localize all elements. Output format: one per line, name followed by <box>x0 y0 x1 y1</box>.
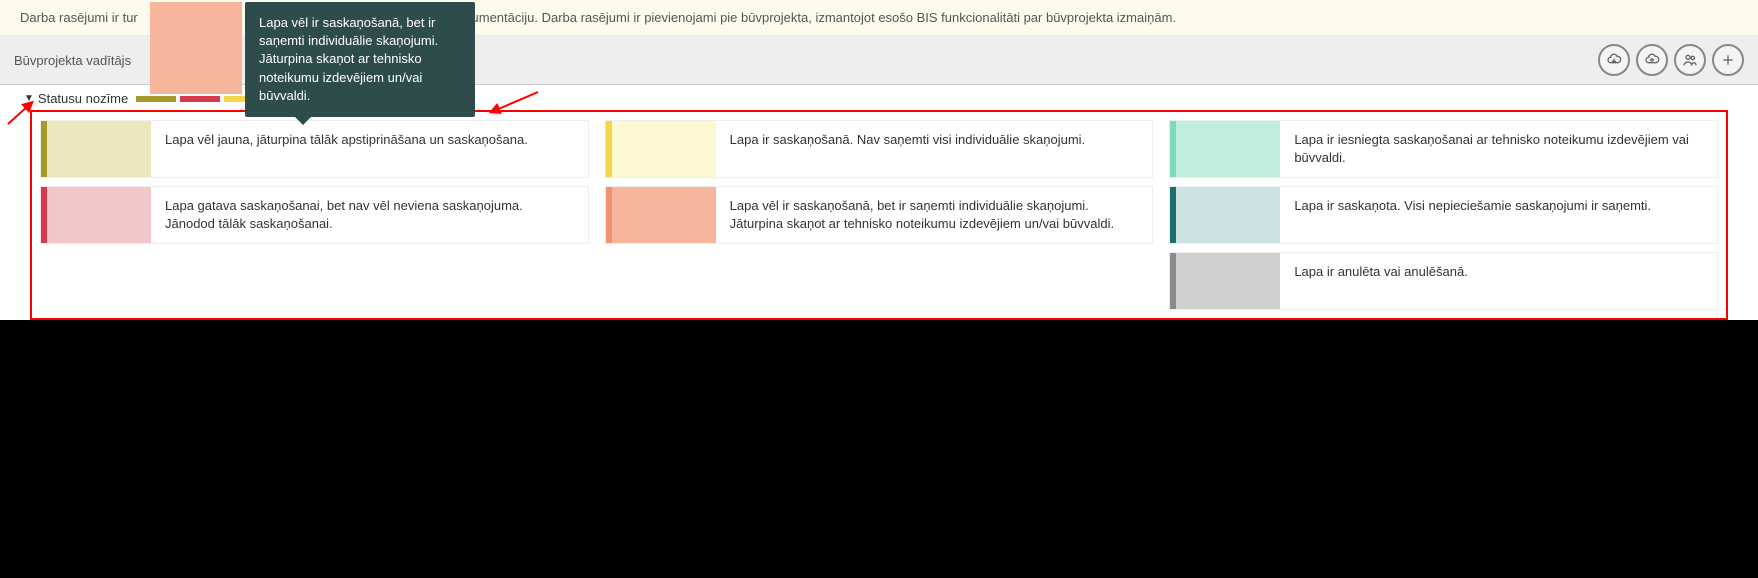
plus-icon <box>1720 52 1736 68</box>
swatch-pink <box>41 187 151 243</box>
legend-desc: Lapa ir anulēta vai anulēšanā. <box>1280 253 1717 309</box>
swatch-mint <box>1170 121 1280 177</box>
legend-toggle[interactable]: ▼ Statusu nozīme <box>24 91 128 106</box>
swatch-salmon <box>606 187 716 243</box>
legend-desc: Lapa ir saskaņošanā. Nav saņemti visi in… <box>716 121 1153 177</box>
legend-card-partial: Lapa vēl ir saskaņošanā, bet ir saņemti … <box>605 186 1154 244</box>
upload-button[interactable] <box>1636 44 1668 76</box>
toolbar-left-label: Būvprojekta vadītājs <box>14 53 131 68</box>
legend-card-new: Lapa vēl jauna, jāturpina tālāk apstipri… <box>40 120 589 178</box>
annotation-arrow-right <box>490 88 540 121</box>
users-icon <box>1682 52 1698 68</box>
color-chip[interactable] <box>180 96 220 102</box>
swatch-yellow <box>606 121 716 177</box>
legend-card-cancelled: Lapa ir anulēta vai anulēšanā. <box>1169 252 1718 310</box>
legend-desc: Lapa ir iesniegta saskaņošanai ar tehnis… <box>1280 121 1717 177</box>
legend-card-ready: Lapa gatava saskaņošanai, bet nav vēl ne… <box>40 186 589 244</box>
swatch-teal <box>1170 187 1280 243</box>
cloud-download-icon <box>1606 52 1622 68</box>
swatch-olive <box>41 121 151 177</box>
legend-desc: Lapa vēl jauna, jāturpina tālāk apstipri… <box>151 121 588 177</box>
swatch-gray <box>1170 253 1280 309</box>
notice-text-right: kumentāciju. Darba rasējumi ir pievienoj… <box>465 10 1176 25</box>
notice-text-left: Darba rasējumi ir tur <box>20 10 138 25</box>
legend-panel: Lapa vēl jauna, jāturpina tālāk apstipri… <box>30 110 1728 320</box>
toolbar-actions <box>1598 44 1744 76</box>
page-root: Lapa vēl ir saskaņošanā, bet ir saņemti … <box>0 0 1758 320</box>
legend-column-3: Lapa ir iesniegta saskaņošanai ar tehnis… <box>1169 120 1718 310</box>
cloud-upload-icon <box>1644 52 1660 68</box>
legend-card-approved: Lapa ir saskaņota. Visi nepieciešamie sa… <box>1169 186 1718 244</box>
legend-card-inprogress: Lapa ir saskaņošanā. Nav saņemti visi in… <box>605 120 1154 178</box>
legend-column-2: Lapa ir saskaņošanā. Nav saņemti visi in… <box>605 120 1154 310</box>
status-tooltip: Lapa vēl ir saskaņošanā, bet ir saņemti … <box>245 2 475 117</box>
tooltip-color-swatch <box>150 2 242 94</box>
color-chip[interactable] <box>136 96 176 102</box>
group-button[interactable] <box>1674 44 1706 76</box>
black-fill-area <box>0 328 1758 578</box>
legend-desc: Lapa ir saskaņota. Visi nepieciešamie sa… <box>1280 187 1717 243</box>
tooltip-text: Lapa vēl ir saskaņošanā, bet ir saņemti … <box>259 15 438 103</box>
legend-column-1: Lapa vēl jauna, jāturpina tālāk apstipri… <box>40 120 589 310</box>
annotation-arrow-left <box>6 102 36 131</box>
legend-card-submitted: Lapa ir iesniegta saskaņošanai ar tehnis… <box>1169 120 1718 178</box>
legend-title: Statusu nozīme <box>38 91 128 106</box>
download-button[interactable] <box>1598 44 1630 76</box>
legend-desc: Lapa gatava saskaņošanai, bet nav vēl ne… <box>151 187 588 243</box>
legend-desc: Lapa vēl ir saskaņošanā, bet ir saņemti … <box>716 187 1153 243</box>
add-button[interactable] <box>1712 44 1744 76</box>
